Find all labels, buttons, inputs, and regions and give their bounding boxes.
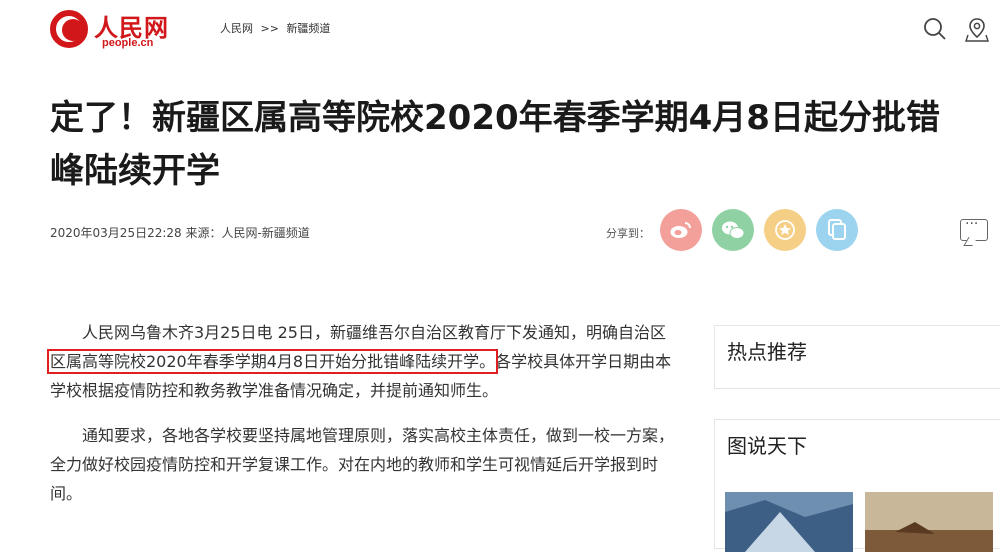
- breadcrumb: 人民网 >> 新疆频道: [220, 20, 334, 36]
- star-icon: [775, 220, 795, 240]
- location-icon[interactable]: [964, 16, 990, 42]
- copy-icon: [828, 219, 846, 240]
- share-weibo-button[interactable]: [660, 209, 702, 251]
- site-header: 人民网 people.cn 人民网 >> 新疆频道: [0, 0, 1000, 60]
- highlighted-sentence: 区属高等院校2020年春季学期4月8日开始分批错峰陆续开学。: [46, 349, 499, 374]
- paragraph-text: 人民网乌鲁木齐3月25日电 25日，新疆维吾尔自治区教育厅下发通知，明确自治区: [82, 323, 666, 342]
- share-copy-button[interactable]: [816, 209, 858, 251]
- search-icon[interactable]: [922, 16, 948, 42]
- weibo-icon: [670, 222, 691, 238]
- breadcrumb-home[interactable]: 人民网: [220, 22, 253, 35]
- hot-recommend-title[interactable]: 热点推荐: [727, 336, 807, 365]
- share-label: 分享到：: [606, 227, 650, 240]
- thumbnail-image[interactable]: [725, 492, 853, 552]
- thumbnail-image[interactable]: [865, 492, 993, 552]
- picture-news-title[interactable]: 图说天下: [727, 430, 807, 459]
- article-body: 人民网乌鲁木齐3月25日电 25日，新疆维吾尔自治区教育厅下发通知，明确自治区区…: [46, 318, 675, 524]
- article-meta: 2020年03月25日22:28 来源：人民网-新疆频道: [50, 226, 310, 240]
- breadcrumb-separator: >>: [260, 22, 279, 35]
- people-logo[interactable]: 人民网 people.cn: [50, 8, 170, 52]
- picture-news-panel: 图说天下: [714, 419, 1000, 552]
- breadcrumb-channel[interactable]: 新疆频道: [286, 22, 330, 35]
- logo-emblem-icon: [50, 10, 88, 48]
- comment-icon[interactable]: [960, 216, 988, 241]
- article-paragraph: 通知要求，各地各学校要坚持属地管理原则，落实高校主体责任，做到一校一方案，全力做…: [50, 426, 675, 503]
- hot-recommend-panel: 热点推荐: [714, 325, 1000, 389]
- wechat-icon: [722, 221, 745, 239]
- share-favorite-button[interactable]: [764, 209, 806, 251]
- logo-text-en: people.cn: [102, 37, 154, 49]
- article-title: 定了！新疆区属高等院校2020年春季学期4月8日起分批错峰陆续开学: [50, 98, 940, 191]
- share-wechat-button[interactable]: [712, 209, 754, 251]
- article-paragraph: 人民网乌鲁木齐3月25日电 25日，新疆维吾尔自治区教育厅下发通知，明确自治区区…: [46, 318, 675, 405]
